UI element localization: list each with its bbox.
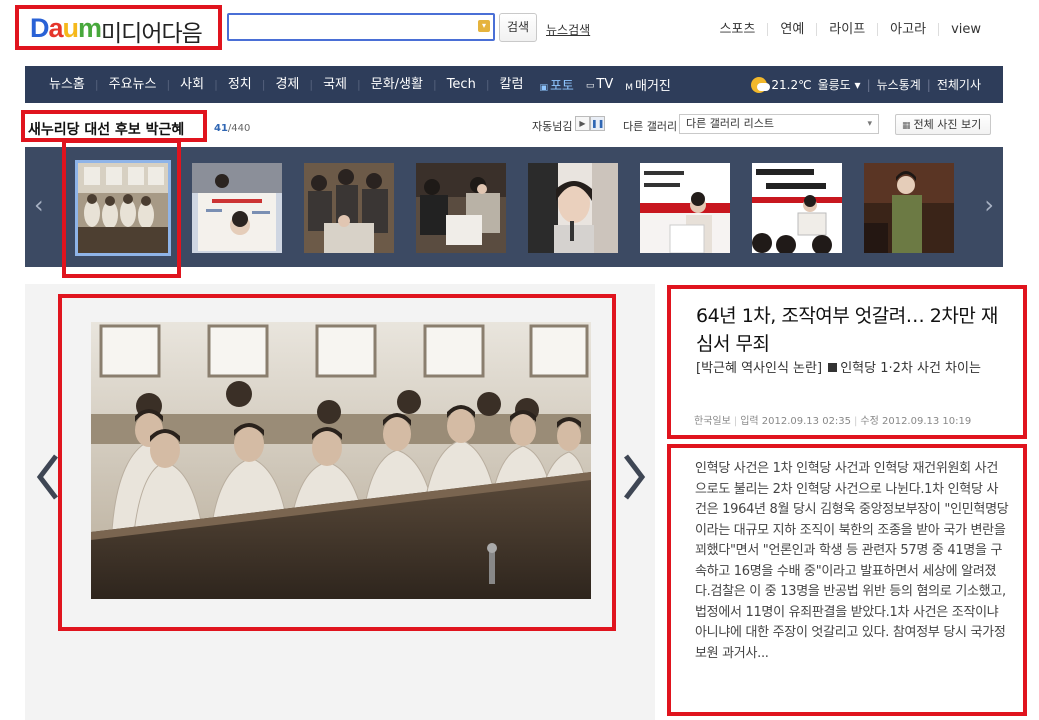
news-search-link[interactable]: 뉴스검색 <box>546 21 590 38</box>
media-icon: M <box>625 83 634 93</box>
media-daum-logo-text[interactable]: 미디어다음 <box>101 14 203 48</box>
nav-item[interactable]: 경제 <box>265 66 309 103</box>
media-label: 포토 <box>549 79 574 94</box>
strip-next-icon[interactable]: › <box>984 191 994 219</box>
all-articles-link[interactable]: 전체기사 <box>931 76 987 93</box>
article-subtitle[interactable]: [박근혜 역사인식 논란] 인혁당 1·2차 사건 차이는 <box>696 359 1006 379</box>
nav-media-item[interactable]: ▭ TV <box>580 77 619 92</box>
logo-letter: a <box>48 13 64 43</box>
gallery-title: 새누리당 대선 후보 박근혜 <box>28 122 185 138</box>
subtitle-prefix: [박근혜 역사인식 논란] <box>696 361 823 376</box>
news-stats-link[interactable]: 뉴스통계 <box>871 76 927 93</box>
all-photos-button[interactable]: ▦ 전체 사진 보기 <box>895 114 991 135</box>
search-button[interactable]: 검색 <box>499 13 537 42</box>
thumb-courtroom[interactable] <box>75 160 171 256</box>
autoplay-controls: ▶ ❚❚ <box>575 116 605 131</box>
nav-item[interactable]: 사회 <box>170 66 214 103</box>
thumb-podium-2[interactable] <box>752 163 842 253</box>
chevron-down-icon: ▾ <box>867 119 872 129</box>
top-links: 스포츠 연예 라이프 아고라 view <box>707 23 993 36</box>
search-input[interactable]: ▾ <box>227 13 495 41</box>
media-icon: ▣ <box>539 83 548 93</box>
weather-temp: 21.2℃ <box>771 77 812 92</box>
nav-item[interactable]: Tech <box>437 66 486 103</box>
article-edit-time: 수정 2012.09.13 10:19 <box>860 416 972 427</box>
thumbnail-strip: ‹ › <box>25 147 1003 267</box>
thumb-signboard[interactable] <box>192 163 282 253</box>
article-title[interactable]: 64년 1차, 조작여부 엇갈려… 2차만 재심서 무죄 <box>696 302 1006 358</box>
article-body: 인혁당 사건은 1차 인혁당 사건과 인혁당 재건위원회 사건으로도 불리는 2… <box>695 461 1009 661</box>
logo-letter: u <box>62 13 79 43</box>
main-navbar: 뉴스홈 | 주요뉴스 | 사회 | 정치 | 경제 | 국제 | 문화/생활 | Tech | 칼럼 ▣ 포토 ▭ TV… <box>25 66 1003 103</box>
subtitle-rest: 인혁당 1·2차 사건 차이는 <box>840 361 981 376</box>
nav-items: 뉴스홈 | 주요뉴스 | 사회 | 정치 | 경제 | 국제 | 문화/생활 | Tech | 칼럼 ▣ 포토 ▭ TV… <box>39 66 677 103</box>
thumb-crowd[interactable] <box>304 163 394 253</box>
photo-next-icon[interactable] <box>622 452 646 502</box>
thumb-signing[interactable] <box>416 163 506 253</box>
media-icon: ▭ <box>585 81 595 91</box>
square-bullet-icon <box>828 363 838 372</box>
logo-letter: D <box>30 13 49 43</box>
autoplay-label: 자동넘김 <box>532 120 573 133</box>
weather-region[interactable]: 울릉도 ▾ <box>812 76 867 93</box>
photo-prev-icon[interactable] <box>36 452 60 502</box>
media-label: TV <box>596 77 614 92</box>
top-link[interactable]: 라이프 <box>816 23 877 36</box>
top-link[interactable]: 스포츠 <box>707 23 767 36</box>
nav-item[interactable]: 뉴스홈 <box>39 66 95 103</box>
thumb-standing[interactable] <box>864 163 954 253</box>
gallery-counter: 41/440 <box>214 123 251 134</box>
nav-media-item[interactable]: M 매거진 <box>619 75 677 94</box>
article-source: 한국일보 <box>694 416 731 427</box>
main-photo-courtroom <box>91 322 591 599</box>
strip-prev-icon[interactable]: ‹ <box>34 191 44 219</box>
weather-widget: 21.2℃ 울릉도 ▾ | 뉴스통계 | 전체기사 <box>751 66 987 103</box>
nav-item[interactable]: 국제 <box>313 66 357 103</box>
daum-logo[interactable]: Daum <box>30 13 102 44</box>
thumb-portrait[interactable] <box>528 163 618 253</box>
search-suggest-icon[interactable]: ▾ <box>478 20 490 32</box>
nav-item[interactable]: 칼럼 <box>490 66 534 103</box>
other-gallery-label: 다른 갤러리 <box>623 120 678 133</box>
nav-media-item[interactable]: ▣ 포토 <box>533 75 579 94</box>
top-link[interactable]: 아고라 <box>877 23 938 36</box>
thumb-podium-1[interactable] <box>640 163 730 253</box>
weather-icon <box>751 76 771 93</box>
nav-item[interactable]: 정치 <box>218 66 262 103</box>
grid-icon: ▦ <box>902 121 911 131</box>
logo-letter: m <box>78 13 102 43</box>
article-input-time: 입력 2012.09.13 02:35 <box>740 416 852 427</box>
play-icon[interactable]: ▶ <box>575 116 590 131</box>
other-gallery-select[interactable]: 다른 갤러리 리스트 ▾ <box>679 114 879 134</box>
nav-item[interactable]: 주요뉴스 <box>99 66 167 103</box>
pause-icon[interactable]: ❚❚ <box>590 116 605 131</box>
top-link[interactable]: 연예 <box>767 23 816 36</box>
article-meta: 한국일보 | 입력 2012.09.13 02:35 | 수정 2012.09.13 1… <box>694 416 972 427</box>
top-link[interactable]: view <box>938 23 993 36</box>
media-label: 매거진 <box>635 79 671 94</box>
nav-item[interactable]: 문화/생활 <box>361 66 433 103</box>
